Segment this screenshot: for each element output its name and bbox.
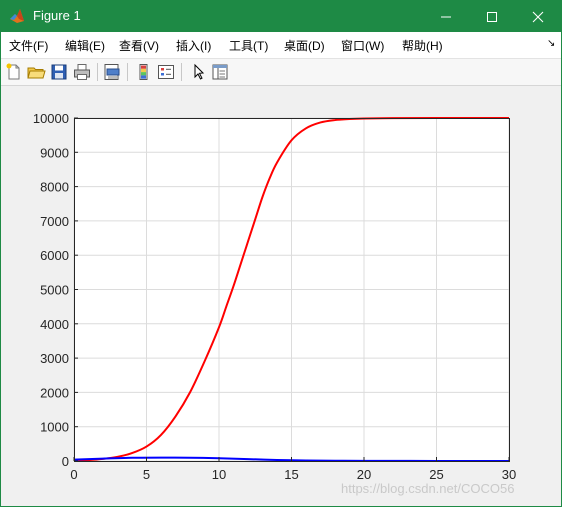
menu-help[interactable]: 帮助(H): [402, 37, 443, 54]
print-preview-icon[interactable]: [102, 62, 122, 82]
y-tick-label: 10000: [33, 111, 69, 126]
y-tick-label: 2000: [40, 385, 69, 400]
menu-tools[interactable]: 工具(T): [229, 37, 268, 54]
figure-window: Figure 1 文件(F) 编辑(E) 查看(V) 插入(I) 工具(T) 桌…: [0, 0, 562, 507]
toolbar-separator: [181, 63, 182, 81]
figure-toolbar: [1, 59, 561, 86]
menu-edit[interactable]: 编辑(E): [65, 37, 105, 54]
x-tick-labels: 0 5 10 15 20 25 30: [70, 467, 516, 482]
maximize-button[interactable]: [469, 1, 515, 32]
open-file-icon[interactable]: [26, 62, 46, 82]
property-editor-icon[interactable]: [210, 62, 230, 82]
menu-bar: 文件(F) 编辑(E) 查看(V) 插入(I) 工具(T) 桌面(D) 窗口(W…: [1, 32, 561, 59]
y-tick-label: 5000: [40, 283, 69, 298]
x-tick-label: 15: [284, 467, 298, 482]
menu-view[interactable]: 查看(V): [119, 37, 159, 54]
pointer-icon[interactable]: [188, 62, 208, 82]
y-tick-label: 9000: [40, 145, 69, 160]
close-icon: [532, 11, 544, 22]
watermark: https://blog.csdn.net/COCO56: [341, 481, 515, 496]
toolbar-separator: [97, 63, 98, 81]
y-tick-label: 6000: [40, 248, 69, 263]
print-icon[interactable]: [72, 62, 92, 82]
close-button[interactable]: [515, 1, 561, 32]
minimize-icon: [441, 16, 451, 17]
menu-insert[interactable]: 插入(I): [176, 37, 211, 54]
title-bar[interactable]: Figure 1: [1, 1, 561, 32]
x-tick-label: 10: [212, 467, 226, 482]
window-title: Figure 1: [33, 8, 81, 23]
x-tick-label: 5: [143, 467, 150, 482]
maximize-icon: [487, 11, 497, 22]
new-figure-icon[interactable]: [4, 62, 24, 82]
matlab-logo-icon: [10, 9, 24, 23]
menu-desktop[interactable]: 桌面(D): [284, 37, 325, 54]
y-tick-label: 3000: [40, 351, 69, 366]
colorbar-icon[interactable]: [134, 62, 154, 82]
toolbar-separator: [127, 63, 128, 81]
y-tick-label: 7000: [40, 214, 69, 229]
figure-canvas: 0 5 10 15 20 25 30 0 1000 2000 3000 4000 5000 6000 70…: [1, 86, 561, 506]
x-tick-label: 30: [502, 467, 516, 482]
x-tick-label: 25: [429, 467, 443, 482]
x-tick-label: 0: [70, 467, 77, 482]
y-tick-label: 4000: [40, 317, 69, 332]
x-tick-label: 20: [357, 467, 371, 482]
y-tick-label: 1000: [40, 420, 69, 435]
y-tick-label: 8000: [40, 180, 69, 195]
menu-file[interactable]: 文件(F): [9, 37, 48, 54]
y-tick-label: 0: [62, 454, 69, 469]
y-tick-labels: 0 1000 2000 3000 4000 5000 6000 7000 8000 9000 100…: [33, 111, 69, 469]
minimize-button[interactable]: [423, 1, 469, 32]
menu-window[interactable]: 窗口(W): [341, 37, 384, 54]
line-plot[interactable]: 0 5 10 15 20 25 30 0 1000 2000 3000 4000 5000 6000 70…: [1, 86, 561, 506]
menu-expand-icon[interactable]: ↘: [547, 38, 555, 49]
save-icon[interactable]: [49, 62, 69, 82]
legend-icon[interactable]: [156, 62, 176, 82]
